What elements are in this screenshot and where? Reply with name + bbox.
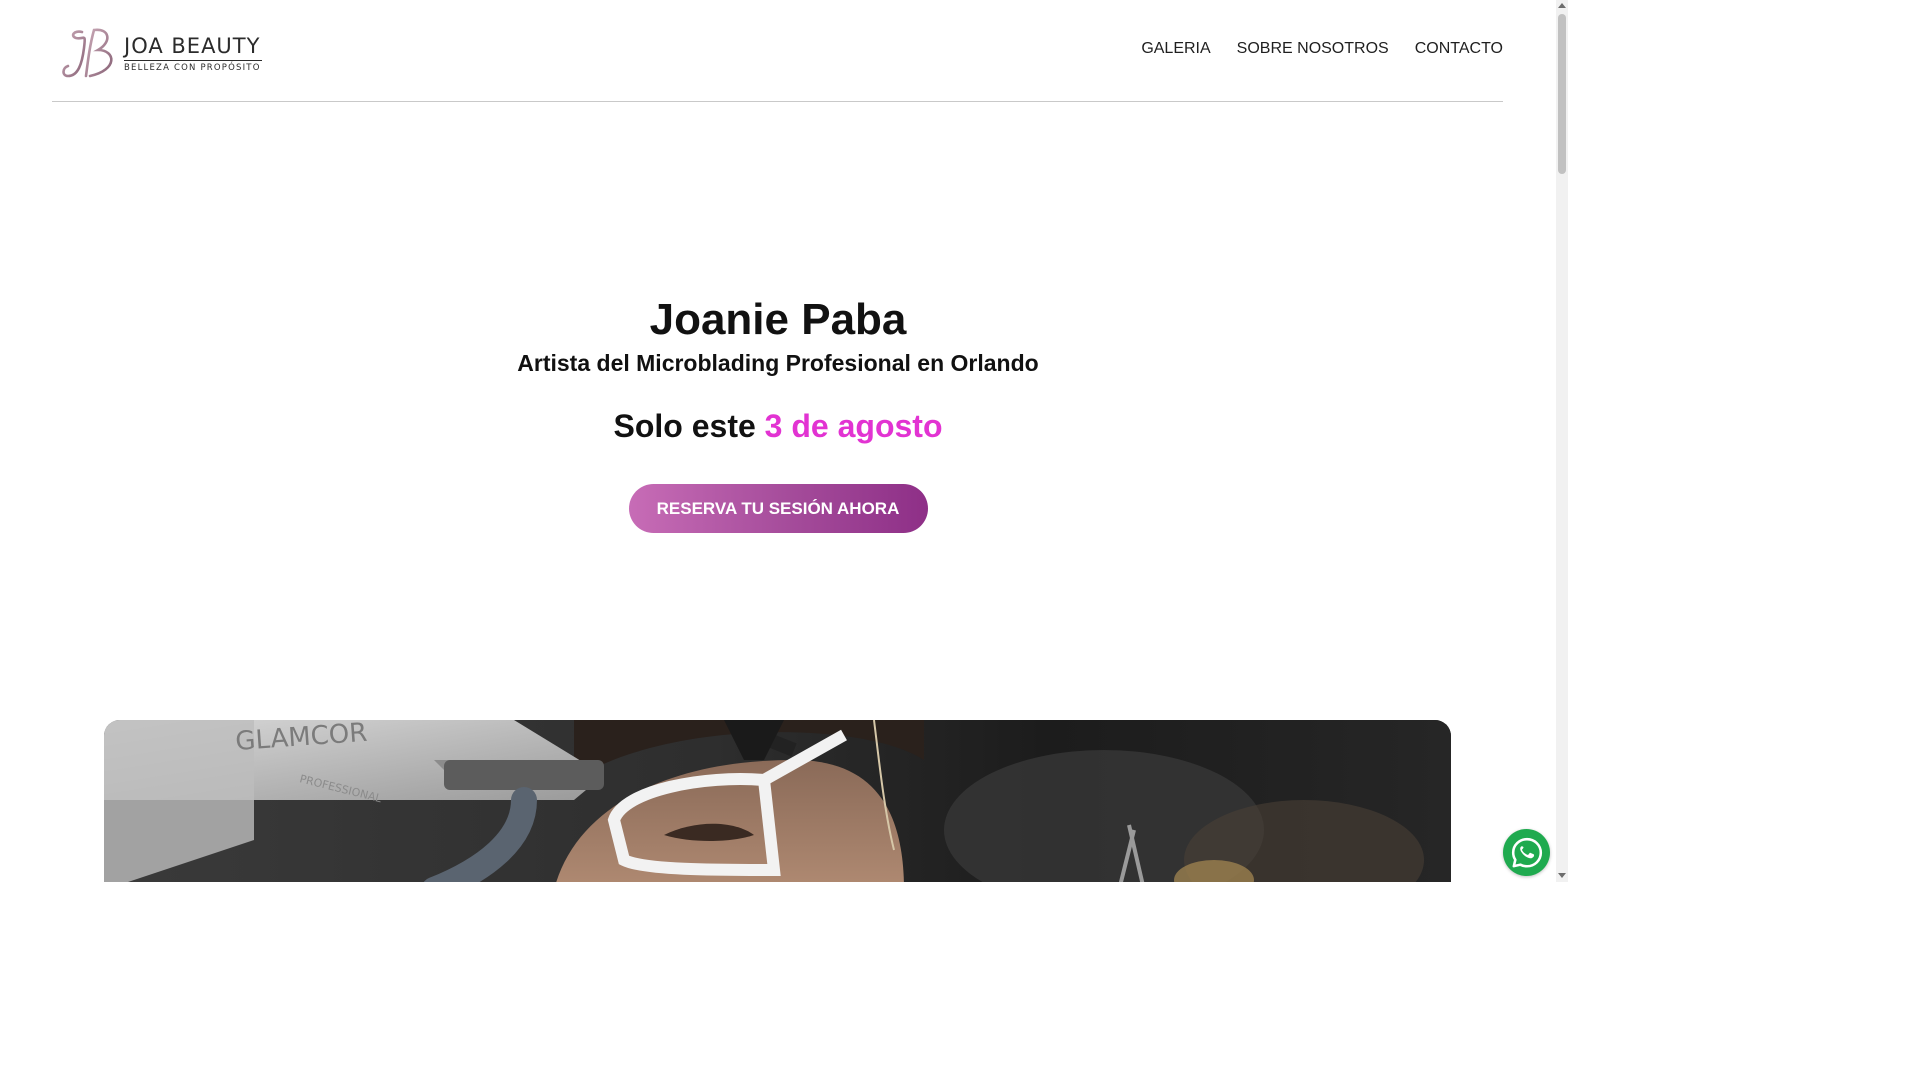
- scrollbar[interactable]: [1556, 0, 1568, 882]
- nav-item-galeria[interactable]: GALERIA: [1141, 40, 1210, 58]
- hero-date-highlight: 3 de agosto: [764, 408, 943, 444]
- whatsapp-button[interactable]: [1503, 829, 1550, 876]
- scrollbar-thumb[interactable]: [1558, 14, 1566, 174]
- page: JOA BEAUTY BELLEZA CON PROPÓSITO GALERIA…: [0, 0, 1568, 882]
- site-header: JOA BEAUTY BELLEZA CON PROPÓSITO GALERIA…: [52, 0, 1503, 102]
- logo-text: JOA BEAUTY BELLEZA CON PROPÓSITO: [124, 33, 262, 73]
- hero-date-line: Solo este 3 de agosto: [0, 408, 1556, 444]
- logo[interactable]: JOA BEAUTY BELLEZA CON PROPÓSITO: [60, 26, 270, 82]
- main-nav: GALERIA SOBRE NOSOTROS CONTACTO: [1141, 40, 1503, 58]
- hero-title: Joanie Paba: [649, 295, 907, 344]
- hero-subtitle: Artista del Microblading Profesional en …: [517, 350, 1039, 376]
- whatsapp-icon: [1511, 837, 1542, 868]
- nav-item-contacto[interactable]: CONTACTO: [1415, 40, 1503, 58]
- scroll-down-icon[interactable]: [1558, 873, 1566, 878]
- book-session-button[interactable]: RESERVA TU SESIÓN AHORA: [628, 484, 928, 533]
- logo-divider: [124, 59, 262, 61]
- brand-title: JOA BEAUTY: [124, 33, 261, 58]
- hero-photo-image: GLAMCOR PROFESSIONAL: [104, 720, 1451, 882]
- nav-item-sobre-nosotros[interactable]: SOBRE NOSOTROS: [1237, 40, 1389, 58]
- hero-section: Joanie Paba Artista del Microblading Pro…: [0, 290, 1556, 533]
- scroll-up-icon[interactable]: [1558, 3, 1566, 8]
- jb-monogram-icon: [62, 28, 113, 78]
- hero-date-prefix: Solo este: [613, 408, 756, 444]
- hero-photo: GLAMCOR PROFESSIONAL: [104, 720, 1451, 882]
- brand-tagline: BELLEZA CON PROPÓSITO: [124, 62, 261, 73]
